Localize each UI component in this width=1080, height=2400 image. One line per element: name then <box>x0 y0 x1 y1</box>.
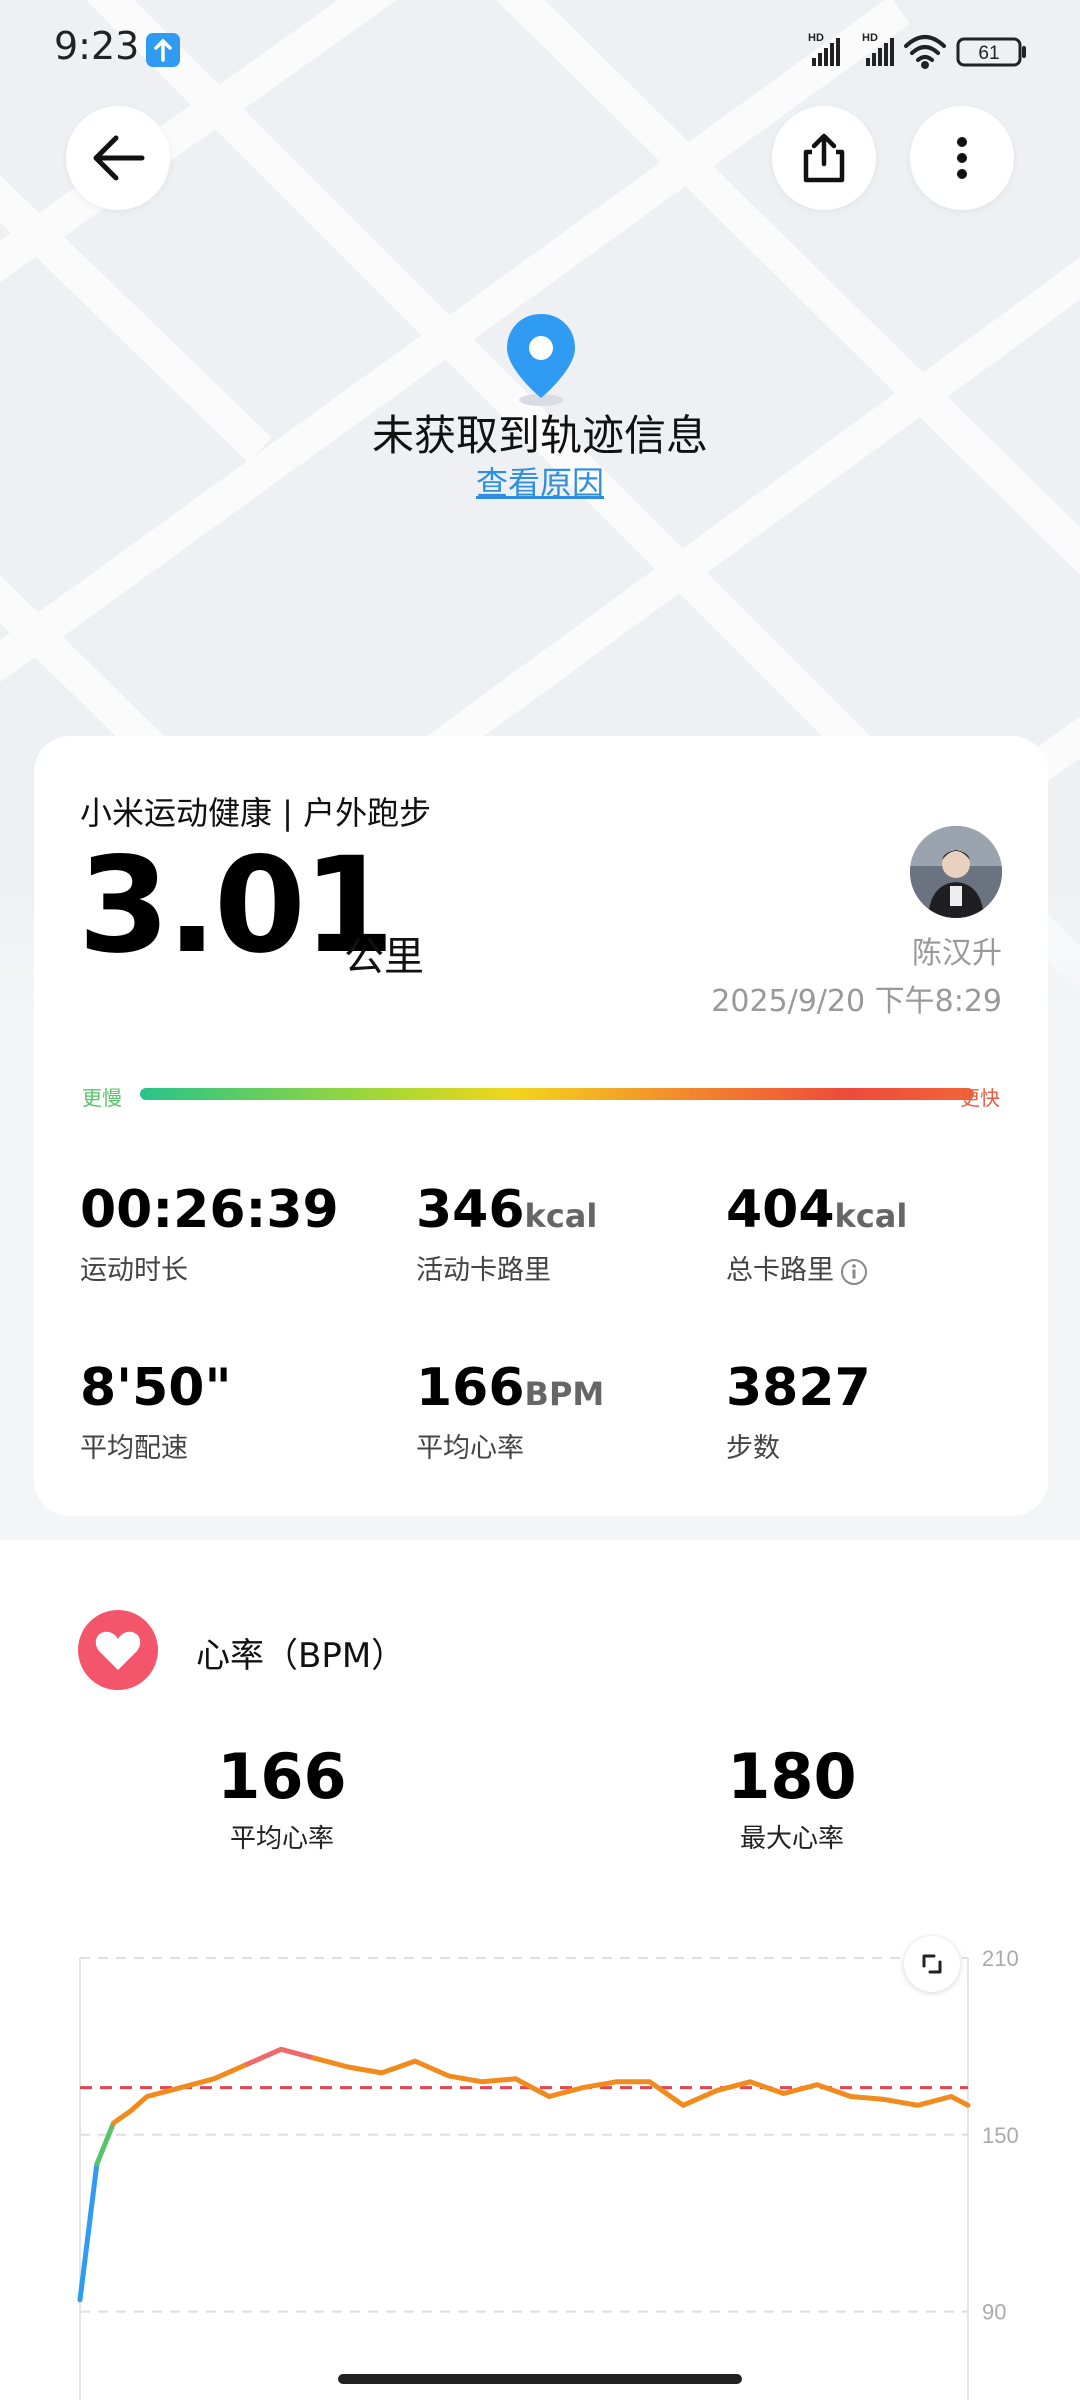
status-icons: HD HD 61 <box>808 32 1026 69</box>
stat-label: 运动时长 <box>80 1255 188 1286</box>
more-button[interactable] <box>910 106 1014 210</box>
location-pin-icon <box>507 314 575 406</box>
stat-avg-heart-rate: 166BPM 平均心率 <box>416 1362 736 1465</box>
more-vertical-icon <box>957 137 967 179</box>
heart-rate-title: 心率（BPM） <box>196 1636 406 1676</box>
hr-avg-label: 平均心率 <box>229 1824 334 1854</box>
hr-avg-stat: 166 平均心率 <box>132 1746 432 1855</box>
pace-gradient-bar <box>140 1088 974 1100</box>
stat-unit: kcal <box>834 1197 908 1235</box>
pace-slower-label: 更慢 <box>82 1086 122 1110</box>
user-name: 陈汉升 <box>912 936 1002 971</box>
status-time: 9:23 <box>54 24 140 68</box>
stat-label: 总卡路里 <box>726 1255 834 1286</box>
workout-summary-card: 小米运动健康 | 户外跑步 3.01 公里 陈汉升 2025/9/20 下午8:… <box>34 736 1048 1516</box>
distance-unit: 公里 <box>344 934 424 980</box>
stat-label: 平均心率 <box>416 1433 524 1464</box>
stat-unit: BPM <box>524 1375 605 1413</box>
upload-icon <box>146 33 180 67</box>
hr-max-stat: 180 最大心率 <box>642 1746 942 1855</box>
chart-series-line-peak <box>245 2046 318 2067</box>
stat-label: 平均配速 <box>80 1433 188 1464</box>
stat-label: 活动卡路里 <box>416 1255 551 1286</box>
chart-y-tick-label: 150 <box>982 2123 1019 2148</box>
share-icon <box>803 133 845 183</box>
status-bar: 9:23 HD HD 61 <box>0 0 1080 100</box>
battery-icon: 61 <box>956 37 1026 67</box>
stat-value: 00:26:39 <box>80 1180 339 1240</box>
chart-series-line-low <box>77 2161 100 2303</box>
heart-icon <box>78 1610 158 1690</box>
expand-chart-button[interactable] <box>904 1936 960 1992</box>
stat-value: 3827 <box>726 1358 871 1418</box>
stat-value: 8'50" <box>80 1358 232 1418</box>
stat-value: 166 <box>416 1358 525 1418</box>
share-button[interactable] <box>772 106 876 210</box>
stat-total-calories: 404kcal 总卡路里 <box>726 1184 1046 1287</box>
view-reason-link[interactable]: 查看原因 <box>0 458 1080 504</box>
stat-steps: 3827 步数 <box>726 1362 1046 1465</box>
workout-datetime: 2025/9/20 下午8:29 <box>711 984 1002 1019</box>
no-track-message: 未获取到轨迹信息 <box>371 411 708 460</box>
stat-active-calories: 346kcal 活动卡路里 <box>416 1184 736 1287</box>
hr-max-label: 最大心率 <box>739 1824 844 1854</box>
signal-label-2: HD <box>862 32 878 44</box>
stat-unit: kcal <box>524 1197 598 1235</box>
chart-series-line <box>312 2055 971 2108</box>
stat-value: 346 <box>416 1180 525 1240</box>
stat-value: 404 <box>726 1180 835 1240</box>
pace-faster-label: 更快 <box>960 1086 1000 1110</box>
chart-y-tick-label: 90 <box>982 2300 1006 2325</box>
battery-level: 61 <box>978 43 999 64</box>
avatar[interactable] <box>910 826 1002 918</box>
stat-label: 步数 <box>726 1433 780 1464</box>
chart-series-line <box>111 2061 250 2126</box>
chart-series-line-mid <box>94 2120 116 2167</box>
hr-avg-value: 166 <box>217 1740 347 1813</box>
stat-avg-pace: 8'50" 平均配速 <box>80 1362 400 1465</box>
signal-label-1: HD <box>808 32 824 44</box>
wifi-icon <box>904 35 946 69</box>
info-icon[interactable] <box>840 1258 868 1286</box>
arrow-left-icon <box>93 135 145 181</box>
chart-y-tick-label: 210 <box>982 1946 1019 1971</box>
back-button[interactable] <box>66 106 170 210</box>
home-indicator[interactable] <box>338 2374 742 2384</box>
hr-max-value: 180 <box>727 1740 857 1813</box>
stat-duration: 00:26:39 运动时长 <box>80 1184 400 1287</box>
expand-icon <box>922 1954 942 1974</box>
workout-title: 小米运动健康 | 户外跑步 <box>80 794 432 832</box>
heart-rate-section: 心率（BPM） 166 平均心率 180 最大心率 210 150 90 <box>0 1540 1080 2400</box>
